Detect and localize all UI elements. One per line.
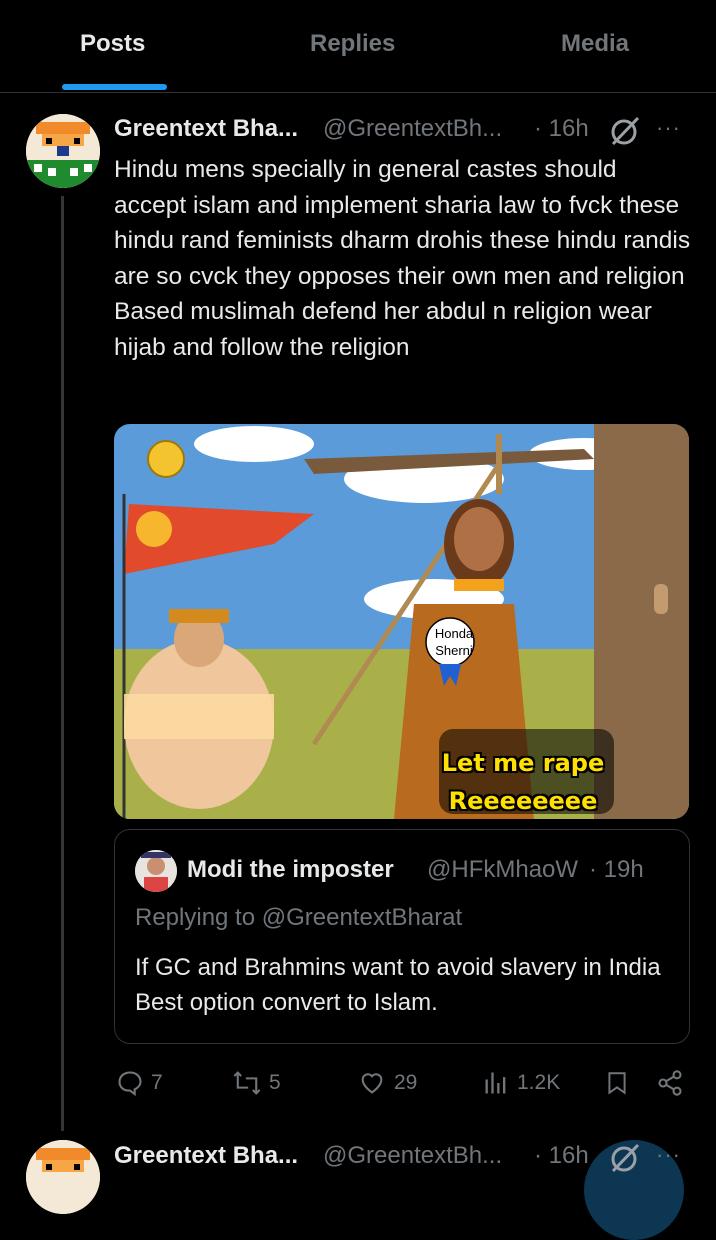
tweet-media-image[interactable]: Honda Sherni Let me rape Reeeeeeee [114,424,689,819]
quoted-tweet[interactable]: Modi the imposter @HFkMhaoW · 19h Replyi… [114,829,690,1044]
tweet-actions: 7 5 29 1.2K [114,1068,694,1098]
repost-count: 5 [269,1071,281,1094]
tweet-time[interactable]: · 16h [534,115,589,143]
tab-replies[interactable]: Replies [310,30,395,58]
share-button[interactable] [656,1068,684,1098]
quote-time: · 19h [589,856,644,883]
tab-posts[interactable]: Posts [80,30,145,58]
next-author-name[interactable]: Greentext Bha... [114,1142,298,1170]
active-tab-indicator [62,84,167,90]
quote-replying-to: Replying to @GreentextBharat [135,904,463,931]
reply-icon [116,1069,144,1097]
bookmark-icon [604,1069,630,1097]
author-avatar[interactable] [26,114,100,188]
grok-icon[interactable] [609,115,641,154]
tweet-header: Greentext Bha... @GreentextBh... · 16h ·… [114,115,694,147]
media-badge-text: Honda Sherni [428,625,480,659]
views-icon [482,1069,510,1097]
tab-media[interactable]: Media [561,30,629,58]
next-tweet-time[interactable]: · 16h [534,1142,589,1170]
more-icon[interactable]: ··· [656,115,681,141]
like-button[interactable]: 29 [357,1068,417,1098]
repost-button[interactable]: 5 [232,1068,281,1098]
views-count: 1.2K [517,1071,561,1094]
caption-line-2: Reeeeeeee [448,787,598,815]
author-name[interactable]: Greentext Bha... [114,115,298,143]
thread-line [61,196,64,1131]
profile-tabs: Posts Replies Media [0,0,716,93]
bookmark-button[interactable] [604,1068,630,1098]
author-handle[interactable]: @GreentextBh... [323,115,502,143]
views-button[interactable]: 1.2K [482,1068,560,1098]
badge-line-2: Sherni [435,643,473,658]
media-caption: Let me rape Reeeeeeee [438,744,608,819]
quote-author-handle: @HFkMhaoW [427,856,579,883]
like-icon [357,1069,387,1097]
reply-count: 7 [151,1071,163,1094]
next-tweet-header: Greentext Bha... @GreentextBh... · 16h ·… [114,1142,694,1174]
quote-author-avatar [135,850,177,892]
repost-icon [232,1069,262,1097]
next-more-icon[interactable]: ··· [656,1142,681,1168]
quote-text: If GC and Brahmins want to avoid slavery… [135,954,661,1016]
quote-author-name: Modi the imposter [187,856,394,883]
next-author-handle[interactable]: @GreentextBh... [323,1142,502,1170]
next-grok-icon[interactable] [609,1142,641,1181]
share-icon [656,1069,684,1097]
like-count: 29 [394,1071,418,1094]
next-author-avatar[interactable] [26,1140,100,1214]
caption-line-1: Let me rape [441,749,605,777]
reply-button[interactable]: 7 [116,1068,163,1098]
tweet-text: Hindu mens specially in general castes s… [114,156,691,361]
badge-line-1: Honda [434,626,474,641]
